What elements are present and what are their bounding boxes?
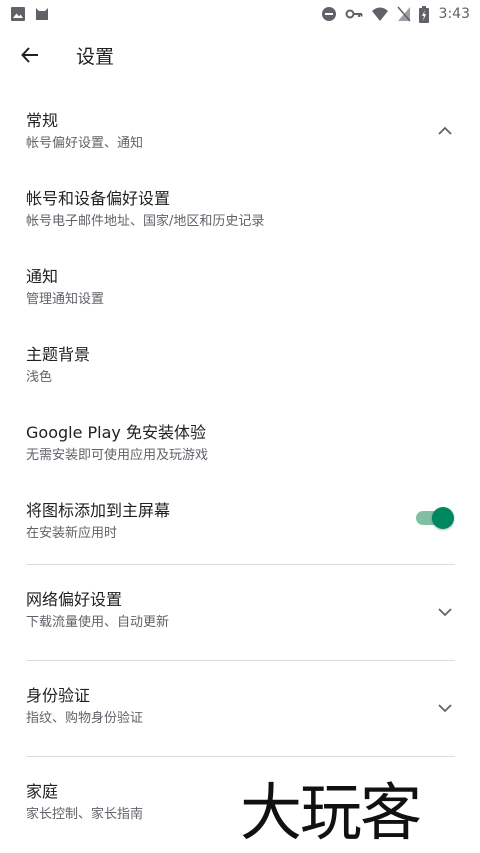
image-icon — [11, 7, 25, 21]
chevron-down-icon[interactable] — [436, 603, 454, 621]
settings-item-subtitle: 帐号电子邮件地址、国家/地区和历史记录 — [26, 214, 265, 229]
settings-item-subtitle: 在安装新应用时 — [26, 526, 118, 541]
section-title: 网络偏好设置 — [26, 590, 123, 609]
cat-icon — [36, 8, 48, 20]
section-network-preferences[interactable]: 网络偏好设置 下载流量使用、自动更新 — [0, 565, 480, 660]
back-button[interactable] — [20, 44, 42, 66]
settings-item-theme[interactable]: 主题背景 浅色 — [0, 330, 480, 408]
page-title: 设置 — [76, 45, 115, 68]
status-bar: 3:43 — [0, 0, 480, 28]
section-subtitle: 指纹、购物身份验证 — [26, 711, 144, 726]
add-icon-toggle[interactable] — [416, 506, 454, 529]
section-subtitle: 下载流量使用、自动更新 — [26, 615, 170, 630]
arrow-back-icon — [21, 47, 38, 63]
settings-item-general[interactable]: 常规 帐号偏好设置、通知 — [0, 96, 480, 174]
no-sim-icon — [396, 6, 411, 22]
settings-item-subtitle: 无需安装即可使用应用及玩游戏 — [26, 448, 209, 463]
chevron-up-icon[interactable] — [436, 122, 454, 140]
settings-item-subtitle: 浅色 — [26, 370, 53, 385]
toggle-thumb — [432, 507, 454, 529]
settings-item-subtitle: 管理通知设置 — [26, 292, 105, 307]
app-bar: 设置 — [0, 30, 480, 80]
section-authentication[interactable]: 身份验证 指纹、购物身份验证 — [0, 661, 480, 756]
do-not-disturb-icon — [321, 7, 336, 21]
settings-item-title: 主题背景 — [26, 345, 91, 364]
settings-item-add-icon-home[interactable]: 将图标添加到主屏幕 在安装新应用时 — [0, 486, 480, 564]
settings-item-title: 将图标添加到主屏幕 — [26, 501, 171, 520]
settings-item-notifications[interactable]: 通知 管理通知设置 — [0, 252, 480, 330]
settings-item-title: Google Play 免安装体验 — [26, 423, 206, 442]
battery-charging-icon — [418, 5, 429, 23]
settings-item-title: 常规 — [26, 111, 59, 130]
settings-item-instant-apps[interactable]: Google Play 免安装体验 无需安装即可使用应用及玩游戏 — [0, 408, 480, 486]
status-time: 3:43 — [438, 6, 470, 22]
settings-list: 常规 帐号偏好设置、通知 帐号和设备偏好设置 帐号电子邮件地址、国家/地区和历史… — [0, 96, 480, 852]
key-icon — [345, 9, 363, 19]
chevron-down-icon[interactable] — [436, 699, 454, 717]
section-title: 身份验证 — [26, 686, 91, 705]
watermark-logo: 大玩客 — [240, 776, 422, 849]
settings-item-title: 通知 — [26, 267, 59, 286]
wifi-icon — [371, 7, 388, 21]
settings-item-account-device[interactable]: 帐号和设备偏好设置 帐号电子邮件地址、国家/地区和历史记录 — [0, 174, 480, 252]
settings-item-title: 帐号和设备偏好设置 — [26, 189, 171, 208]
settings-item-subtitle: 帐号偏好设置、通知 — [26, 136, 144, 151]
